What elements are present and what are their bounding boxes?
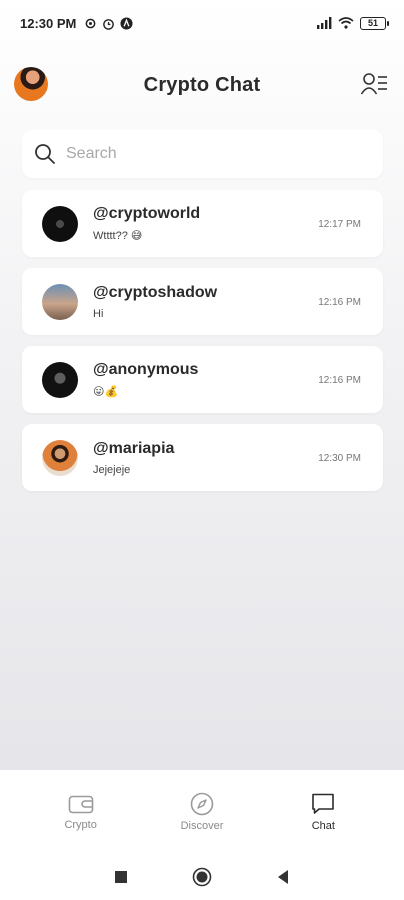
chat-text: @cryptoworld Wtttt?? 😅	[93, 205, 200, 242]
chat-last-message: Wtttt?? 😅	[93, 230, 143, 242]
bottom-nav: Crypto Discover Chat	[0, 770, 404, 854]
status-notification-icons	[84, 16, 133, 30]
recent-apps-icon[interactable]	[114, 870, 128, 884]
chat-avatar	[42, 439, 78, 476]
battery-indicator: 51	[360, 16, 389, 30]
contacts-list-icon[interactable]	[360, 71, 388, 97]
chat-time: 12:17 PM	[318, 219, 361, 230]
settings-gear-icon	[85, 18, 96, 28]
page-title: Crypto Chat	[143, 73, 261, 96]
a-badge-icon	[120, 16, 133, 30]
chat-avatar	[42, 361, 78, 398]
nav-label: Discover	[180, 820, 224, 832]
chat-item[interactable]: @cryptoworld Wtttt?? 😅 12:17 PM	[22, 190, 383, 257]
nav-chat[interactable]: Chat	[283, 792, 363, 832]
status-right: 51	[316, 16, 389, 30]
search-icon	[35, 144, 55, 164]
chat-item[interactable]: @cryptoshadow Hi 12:16 PM	[22, 268, 383, 335]
status-time: 12:30 PM	[20, 15, 77, 31]
back-icon[interactable]	[276, 869, 290, 885]
chat-bubble-icon	[312, 793, 335, 814]
chat-last-message: Hi	[93, 307, 104, 320]
chat-name: @cryptoworld	[93, 205, 201, 222]
chat-item[interactable]: @mariapia Jejejeje 12:30 PM	[22, 424, 383, 491]
nav-crypto[interactable]: Crypto	[41, 793, 121, 831]
chat-text: @anonymous 😛💰	[93, 361, 198, 398]
wifi-icon	[338, 17, 354, 29]
compass-icon	[190, 792, 214, 816]
signal-icon	[317, 17, 332, 29]
nav-label: Chat	[311, 820, 335, 832]
nav-discover[interactable]: Discover	[162, 792, 242, 832]
wallet-icon	[68, 795, 93, 814]
chat-avatar	[42, 205, 78, 242]
chat-last-message: Jejejeje	[93, 463, 131, 476]
search-bar[interactable]	[22, 130, 383, 178]
system-nav-bar	[0, 854, 404, 900]
home-icon[interactable]	[192, 867, 212, 887]
chat-name: @mariapia	[93, 439, 175, 457]
chat-list: @cryptoworld Wtttt?? 😅 12:17 PM @cryptos…	[22, 190, 383, 502]
chat-text: @cryptoshadow Hi	[93, 284, 217, 320]
chat-last-message: 😛💰	[93, 386, 119, 398]
app-header: Crypto Chat	[0, 62, 404, 108]
status-bar: 12:30 PM 51	[0, 0, 404, 46]
search-input[interactable]	[66, 145, 346, 163]
status-left: 12:30 PM	[20, 16, 133, 31]
chat-item[interactable]: @anonymous 😛💰 12:16 PM	[22, 346, 383, 413]
nav-label: Crypto	[64, 819, 97, 831]
chat-time: 12:16 PM	[318, 297, 361, 308]
chat-time: 12:16 PM	[318, 375, 361, 386]
alarm-icon	[103, 18, 115, 30]
chat-time: 12:30 PM	[318, 453, 361, 464]
my-avatar[interactable]	[14, 67, 48, 101]
chat-text: @mariapia Jejejeje	[93, 440, 174, 476]
chat-name: @anonymous	[93, 361, 199, 378]
chat-name: @cryptoshadow	[93, 283, 218, 301]
chat-avatar	[42, 283, 78, 320]
